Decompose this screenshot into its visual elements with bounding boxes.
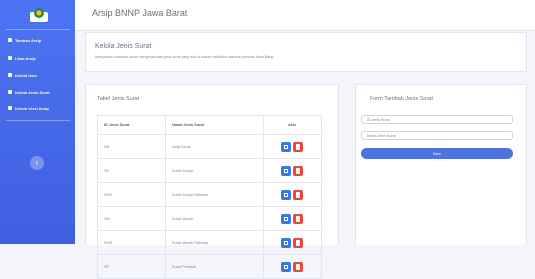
edit-button[interactable] (281, 261, 291, 272)
edit-button[interactable] (281, 165, 291, 176)
page-header-card: Kelola Jenis Surat Merupakan halaman unt… (85, 32, 527, 72)
folder-icon (8, 56, 12, 60)
form-title: Form Tambah Jenis Surat (370, 96, 433, 102)
cell-nama: Nota Dinas (165, 134, 264, 159)
sidebar-toggle-button[interactable]: ‹ (30, 156, 44, 170)
sidebar-item-label: Kelola Versi Arsip (15, 105, 49, 111)
delete-button[interactable] (293, 141, 303, 152)
column-header-id: ID Jenis Surat (97, 115, 166, 135)
cell-aksi (263, 134, 322, 159)
cell-aksi (263, 158, 322, 183)
cell-aksi (263, 182, 322, 207)
delete-button[interactable] (293, 165, 303, 176)
cell-id: ND (97, 134, 166, 159)
table-header-row: ID Jenis Surat Nama Jenis Surat Aksi (97, 115, 322, 135)
table-row: ND Nota Dinas (97, 134, 322, 159)
file-icon (8, 90, 12, 94)
edit-button[interactable] (281, 141, 291, 152)
chevron-left-icon: ‹ (35, 157, 39, 167)
nama-jenis-surat-input[interactable] (361, 131, 513, 140)
cell-aksi (263, 206, 322, 231)
edit-button[interactable] (281, 237, 291, 248)
sidebar-item-label: Tambah Arsip (15, 37, 42, 43)
page-description: Merupakan halaman untuk mengelola data j… (95, 55, 275, 59)
cell-nama: Surat Perintah (165, 254, 264, 279)
app-title: Arsip BNNP Jawa Barat (92, 8, 188, 18)
page-title: Kelola Jenis Surat (95, 43, 152, 50)
cell-id: SM (97, 206, 166, 231)
table-row: SMR Surat Masuk Rahasia (97, 230, 322, 255)
sidebar-item-label: Kelola User (15, 72, 38, 78)
topbar: Arsip BNNP Jawa Barat (75, 0, 535, 31)
cell-nama: Surat Keluar Rahasia (165, 182, 264, 207)
cell-nama: Surat Masuk Rahasia (165, 230, 264, 255)
delete-button[interactable] (293, 189, 303, 200)
cell-id: SMR (97, 230, 166, 255)
id-jenis-surat-input[interactable] (361, 115, 513, 124)
delete-button[interactable] (293, 213, 303, 224)
sidebar-item-tambah-arsip[interactable]: Tambah Arsip (8, 35, 41, 45)
table-row: SKR Surat Keluar Rahasia (97, 182, 322, 207)
jenis-surat-table: ID Jenis Surat Nama Jenis Surat Aksi ND … (97, 115, 322, 279)
table-row: SM Surat Masuk (97, 206, 322, 231)
table-title: Tabel Jenis Surat (97, 96, 140, 102)
cell-id: SP (97, 254, 166, 279)
sidebar-item-kelola-versi-arsip[interactable]: Kelola Versi Arsip (8, 103, 49, 113)
jenis-surat-table-card: Tabel Jenis Surat ID Jenis Surat Nama Je… (85, 84, 339, 279)
delete-button[interactable] (293, 261, 303, 272)
users-icon (8, 73, 12, 77)
sidebar-divider (6, 120, 70, 121)
cell-id: SKR (97, 182, 166, 207)
column-header-aksi: Aksi (263, 115, 322, 135)
table-row: SK Surat Keluar (97, 158, 322, 183)
sidebar-item-label: Kelola Jenis Surat (15, 89, 50, 95)
save-button[interactable]: Save (361, 148, 513, 159)
sidebar-item-kelola-user[interactable]: Kelola User (8, 70, 37, 80)
delete-button[interactable] (293, 237, 303, 248)
cell-id: SK (97, 158, 166, 183)
cell-aksi (263, 230, 322, 255)
sidebar-divider (6, 29, 70, 30)
cell-nama: Surat Masuk (165, 206, 264, 231)
edit-button[interactable] (281, 189, 291, 200)
layers-icon (8, 106, 12, 110)
sidebar-item-label: Lihat Arsip (15, 55, 36, 61)
edit-button[interactable] (281, 213, 291, 224)
cell-nama: Surat Keluar (165, 158, 264, 183)
bnn-logo (29, 7, 49, 23)
plus-icon (8, 38, 12, 42)
column-header-nama: Nama Jenis Surat (165, 115, 264, 135)
sidebar: Tambah Arsip Lihat Arsip Kelola User Kel… (0, 0, 75, 244)
sidebar-item-lihat-arsip[interactable]: Lihat Arsip (8, 53, 36, 63)
table-row: SP Surat Perintah (97, 254, 322, 279)
tambah-jenis-surat-form-card: Form Tambah Jenis Surat Save (355, 84, 527, 245)
sidebar-item-kelola-jenis-surat[interactable]: Kelola Jenis Surat (8, 87, 50, 97)
cell-aksi (263, 254, 322, 279)
